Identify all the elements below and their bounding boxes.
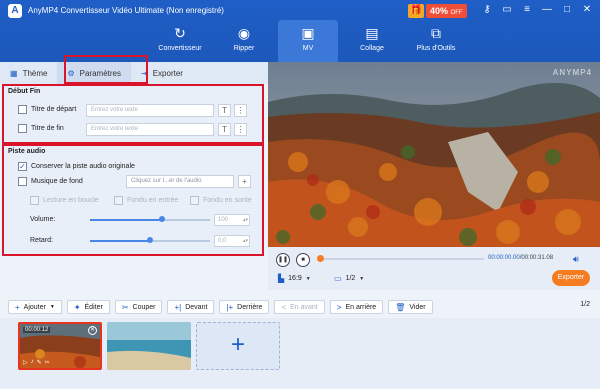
stop-icon[interactable]: ■ (296, 253, 310, 267)
magic-wand-icon: ✦ (73, 302, 81, 312)
edit-button[interactable]: ✦ Éditer (66, 300, 110, 314)
monitor-icon: ▭ (334, 274, 342, 283)
grid-icon: ▦ (10, 68, 18, 78)
close-icon[interactable]: ✕ (88, 326, 97, 335)
clip-thumbnail[interactable]: 00:00:12 ✕ ▷ ♪ ✎ ✂ (18, 322, 102, 370)
settings-panel: ▦ Thème ⚙ Paramètres ⇥ Exporter Début Fi… (0, 55, 268, 290)
highlight-box-audio (2, 144, 264, 256)
promo-banner[interactable]: 🎁 40% OFF (408, 3, 467, 19)
promo-badge: 40% OFF (426, 4, 467, 18)
key-icon[interactable]: ⚷ (480, 3, 494, 17)
gift-icon: 🎁 (408, 4, 424, 18)
app-title: AnyMP4 Convertisseur Vidéo Ultimate (Non… (28, 6, 224, 15)
promo-suffix: OFF (450, 10, 463, 16)
highlight-box-params-tab (64, 55, 148, 84)
button-label: En avant (290, 303, 318, 311)
forward-button[interactable]: < En avant (274, 300, 325, 314)
move-right-icon: > (336, 302, 342, 312)
ratio-dropdown[interactable]: ▙ 16:9 ▼ (278, 274, 311, 283)
split-dropdown[interactable]: ▭ 1/2 ▼ (334, 274, 364, 283)
nav-label: Collage (360, 45, 384, 52)
insert-front-icon: +| (174, 302, 182, 312)
toolbox-icon: ⧉ (431, 25, 441, 41)
button-label: Éditer (84, 303, 103, 311)
nav-label: MV (302, 45, 314, 52)
convert-icon: ↻ (174, 25, 186, 41)
nav-label: Plus d'Outils (416, 45, 456, 52)
button-label: En arrière (345, 303, 377, 311)
nav-mv[interactable]: ▣ MV (278, 20, 338, 62)
promo-percent: 40% (430, 6, 449, 16)
watermark: ANYMP4 (552, 68, 592, 77)
play-icon[interactable]: ▷ (23, 359, 28, 366)
volume-icon[interactable]: 🔊︎ (573, 254, 579, 265)
clip-duration: 00:00:12 (23, 327, 51, 333)
chevron-down-icon: ▼ (305, 275, 311, 282)
disc-icon: ◉ (237, 25, 251, 41)
window-controls: ⚷ ▭ ≡ — □ ✕ (480, 3, 594, 17)
nav-ripper[interactable]: ◉ Ripper (214, 20, 274, 62)
volume-icon[interactable]: ♪ (31, 359, 34, 366)
cut-button[interactable]: ✂ Couper (114, 300, 163, 314)
progress-bar[interactable] (317, 255, 484, 262)
preview-panel: ANYMP4 ❚❚ ■ 00:00:00.00/00:00:31.08 🔊︎ ▙… (268, 62, 600, 290)
mv-icon: ▣ (301, 25, 315, 41)
nav-convertisseur[interactable]: ↻ Convertisseur (150, 20, 210, 62)
time-total: /00:00:31.08 (519, 255, 554, 261)
scissors-icon: ✂ (121, 302, 129, 312)
cut-icon[interactable]: ✂ (45, 359, 50, 366)
plus-icon: + (15, 302, 20, 312)
time-current: 00:00:00.00 (488, 255, 520, 261)
insert-back-icon: |+ (226, 302, 234, 312)
nav-label: Convertisseur (158, 45, 202, 52)
clip-beach-image (107, 322, 191, 370)
split-value: 1/2 (345, 275, 356, 282)
minimize-icon[interactable]: — (540, 3, 554, 17)
maximize-icon[interactable]: □ (560, 3, 574, 17)
backward-button[interactable]: > En arrière (329, 300, 384, 314)
ratio-value: 16:9 (288, 275, 302, 282)
chat-icon[interactable]: ▭ (500, 3, 514, 17)
main-nav: ↻ Convertisseur ◉ Ripper ▣ MV ▤ Collage … (150, 20, 470, 62)
add-button[interactable]: + Ajouter ▼ (8, 300, 62, 314)
export-button[interactable]: Exporter (552, 270, 590, 286)
clip-tools: ▷ ♪ ✎ ✂ (23, 359, 50, 366)
front-button[interactable]: +| Devant (167, 300, 215, 314)
edit-icon[interactable]: ✎ (37, 359, 42, 366)
button-label: Couper (132, 303, 156, 311)
collage-icon: ▤ (365, 25, 379, 41)
button-label: Ajouter (23, 303, 46, 311)
highlight-box-debut-fin (2, 84, 264, 144)
nav-plus-outils[interactable]: ⧉ Plus d'Outils (406, 20, 466, 62)
clip-toolbar: + Ajouter ▼ ✦ Éditer ✂ Couper +| Devant … (0, 297, 600, 317)
button-label: Derrière (237, 303, 263, 311)
tab-label: Exporter (152, 68, 183, 78)
tab-theme[interactable]: ▦ Thème (0, 62, 57, 84)
trash-icon: 🗑︎ (395, 302, 406, 312)
app-logo: A (8, 4, 22, 18)
menu-icon[interactable]: ≡ (520, 3, 534, 17)
move-left-icon: < (281, 302, 287, 312)
chevron-down-icon: ▼ (49, 304, 55, 310)
clip-thumbnail[interactable] (107, 322, 191, 370)
tab-label: Thème (22, 68, 48, 78)
pause-icon[interactable]: ❚❚ (276, 253, 290, 267)
page-indicator: 1/2 (580, 301, 590, 308)
aspect-ratio-icon: ▙ (278, 274, 285, 283)
nav-label: Ripper (233, 45, 255, 52)
progress-handle[interactable] (317, 255, 324, 262)
close-icon[interactable]: ✕ (580, 3, 594, 17)
title-bar: A AnyMP4 Convertisseur Vidéo Ultimate (N… (0, 0, 600, 62)
chevron-down-icon: ▼ (359, 275, 365, 282)
autumn-landscape-image (268, 62, 600, 247)
add-clip-slot[interactable]: + (196, 322, 280, 370)
video-preview[interactable]: ANYMP4 (268, 62, 600, 247)
button-label: Devant (185, 303, 208, 311)
timecode: 00:00:00.00/00:00:31.08 (488, 255, 553, 261)
clear-button[interactable]: 🗑︎ Vider (388, 300, 433, 314)
button-label: Vider (409, 303, 426, 311)
timeline: 00:00:12 ✕ ▷ ♪ ✎ ✂ + (0, 318, 600, 389)
nav-collage[interactable]: ▤ Collage (342, 20, 402, 62)
back-button[interactable]: |+ Derrière (219, 300, 270, 314)
